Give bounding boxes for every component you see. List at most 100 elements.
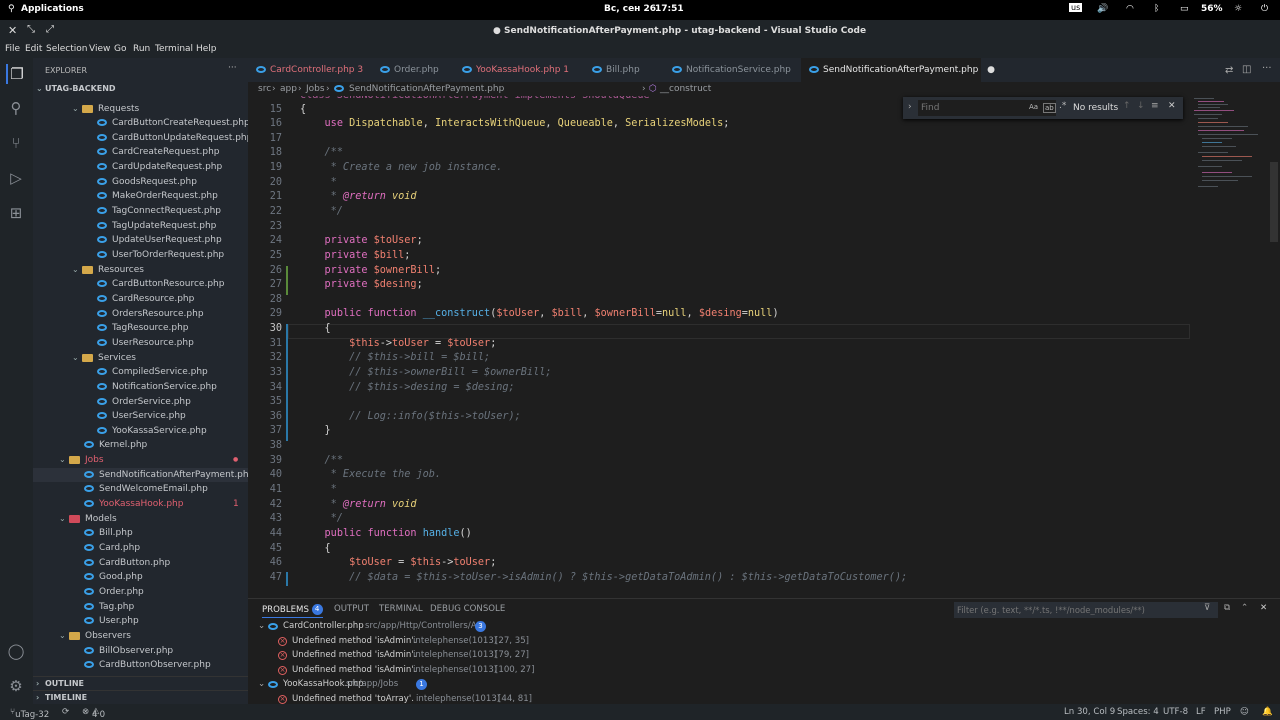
tree-file[interactable]: CardCreateRequest.php	[33, 145, 248, 160]
explorer-icon[interactable]: ❐	[6, 64, 26, 84]
collapse-all-icon[interactable]: ⧉	[1224, 603, 1230, 613]
maximize-panel-icon[interactable]: ⌃	[1241, 603, 1248, 613]
tree-file[interactable]: SendWelcomeEmail.php	[33, 482, 248, 497]
brightness-icon[interactable]: ☼	[1234, 4, 1242, 14]
code-editor[interactable]: class SendNotificationAfterPayment imple…	[248, 96, 1280, 598]
notifications-icon[interactable]: 🔔	[1262, 707, 1273, 717]
tree-file[interactable]: CardButtonUpdateRequest.php	[33, 131, 248, 146]
tree-file[interactable]: TagResource.php	[33, 321, 248, 336]
menu-help[interactable]: Help	[196, 44, 217, 54]
menu-view[interactable]: View	[89, 44, 110, 54]
find-in-selection-icon[interactable]: ≡	[1151, 101, 1159, 111]
tab-output[interactable]: OUTPUT	[334, 604, 369, 614]
regex-toggle[interactable]: .*	[1059, 101, 1066, 111]
close-window-icon[interactable]: ✕	[8, 24, 17, 37]
tree-file[interactable]: CardResource.php	[33, 292, 248, 307]
tree-file[interactable]: Good.php	[33, 570, 248, 585]
cursor-position[interactable]: Ln 30, Col 9	[1064, 707, 1115, 717]
editor-scrollbar[interactable]	[1270, 162, 1278, 242]
tab-notificationservice[interactable]: NotificationService.php	[664, 58, 801, 82]
tree-file[interactable]: Card.php	[33, 541, 248, 556]
tree-file[interactable]: Tag.php	[33, 600, 248, 615]
encoding[interactable]: UTF-8	[1163, 707, 1188, 717]
tree-file[interactable]: CardButton.php	[33, 556, 248, 571]
project-root[interactable]: ⌄ UTAG-BACKEND	[33, 82, 248, 97]
breadcrumb-file[interactable]: SendNotificationAfterPayment.php	[349, 82, 504, 96]
run-debug-icon[interactable]: ▷	[6, 168, 26, 188]
unsaved-dot-icon[interactable]: ●	[984, 65, 995, 75]
tree-file[interactable]: UpdateUserRequest.php	[33, 233, 248, 248]
indentation[interactable]: Spaces: 4	[1117, 707, 1159, 717]
more-actions-icon[interactable]: ···	[228, 63, 237, 73]
tree-file[interactable]: GoodsRequest.php	[33, 175, 248, 190]
sync-icon[interactable]: ⟳	[62, 707, 69, 717]
date[interactable]: Вс, сен 26	[604, 4, 656, 14]
feedback-icon[interactable]: ☺	[1240, 707, 1249, 717]
breadcrumb-symbol[interactable]: __construct	[660, 82, 711, 96]
tab-yookassahook[interactable]: YooKassaHook.php 1	[454, 58, 584, 82]
timeline-section[interactable]: › TIMELINE	[33, 690, 248, 704]
tree-file[interactable]: Kernel.php	[33, 438, 248, 453]
tab-order[interactable]: Order.php	[372, 58, 454, 82]
search-icon[interactable]: ⚲	[8, 4, 15, 14]
tree-folder[interactable]: ⌄ Resources	[33, 263, 248, 278]
toggle-replace-icon[interactable]: ›	[908, 102, 912, 112]
filter-icon[interactable]: ⊽	[1204, 603, 1210, 613]
tree-file[interactable]: Order.php	[33, 585, 248, 600]
tree-file[interactable]: UserToOrderRequest.php	[33, 248, 248, 263]
tree-file[interactable]: CardButtonResource.php	[33, 277, 248, 292]
menu-file[interactable]: File	[5, 44, 20, 54]
breadcrumb-app[interactable]: app	[280, 82, 297, 96]
tab-sendnotificationafterpayment[interactable]: SendNotificationAfterPayment.php ●	[801, 58, 995, 82]
tab-debug-console[interactable]: DEBUG CONSOLE	[430, 604, 505, 614]
bluetooth-icon[interactable]: ᛒ	[1154, 4, 1159, 14]
tree-file[interactable]: TagConnectRequest.php	[33, 204, 248, 219]
tree-file[interactable]: OrderService.php	[33, 395, 248, 410]
maximize-icon[interactable]: ⤢	[46, 24, 54, 35]
outline-section[interactable]: › OUTLINE	[33, 676, 248, 691]
tree-file[interactable]: YooKassaService.php	[33, 424, 248, 439]
tree-file[interactable]: NotificationService.php	[33, 380, 248, 395]
power-icon[interactable]: ⏻	[1261, 4, 1268, 14]
tree-folder[interactable]: ⌄ Requests	[33, 102, 248, 117]
more-actions-icon[interactable]: ···	[1262, 63, 1272, 74]
menu-run[interactable]: Run	[133, 44, 150, 54]
previous-match-icon[interactable]: ↑	[1123, 101, 1131, 111]
minimize-icon[interactable]: ⤡	[27, 24, 35, 35]
tree-file[interactable]: CardButtonCreateRequest.php	[33, 116, 248, 131]
extensions-icon[interactable]: ⊞	[6, 203, 26, 223]
tree-folder[interactable]: ⌄ Jobs ●	[33, 453, 248, 468]
tree-file[interactable]: Bill.php	[33, 526, 248, 541]
tab-problems[interactable]: PROBLEMS 4	[262, 604, 323, 618]
tree-file[interactable]: UserResource.php	[33, 336, 248, 351]
menu-edit[interactable]: Edit	[25, 44, 42, 54]
tree-file[interactable]: TagUpdateRequest.php	[33, 219, 248, 234]
search-view-icon[interactable]: ⚲	[6, 98, 26, 118]
tree-file[interactable]: SendNotificationAfterPayment.php	[33, 467, 248, 483]
tab-bill[interactable]: Bill.php	[584, 58, 664, 82]
breadcrumb-jobs[interactable]: Jobs	[306, 82, 325, 96]
tab-cardcontroller[interactable]: CardController.php 3	[248, 58, 372, 82]
tree-folder[interactable]: ⌄ Services	[33, 351, 248, 366]
tab-terminal[interactable]: TERMINAL	[379, 604, 423, 614]
whole-word-toggle[interactable]: ab	[1043, 103, 1056, 113]
tree-folder[interactable]: ⌄ Models	[33, 512, 248, 527]
settings-gear-icon[interactable]: ⚙	[6, 676, 26, 696]
problems-indicator[interactable]: ⊗ 4 ⚠ 0	[82, 707, 105, 720]
tree-file[interactable]: MakeOrderRequest.php	[33, 189, 248, 204]
tree-file[interactable]: CompiledService.php	[33, 365, 248, 380]
clock[interactable]: 17:51	[655, 4, 684, 14]
volume-icon[interactable]: 🔊	[1097, 4, 1108, 14]
source-control-icon[interactable]: ⑂	[6, 133, 26, 153]
menu-go[interactable]: Go	[114, 44, 126, 54]
applications-menu[interactable]: Applications	[21, 4, 84, 14]
tree-file[interactable]: User.php	[33, 614, 248, 629]
wifi-icon[interactable]: ◠	[1126, 4, 1134, 14]
problems-filter-input[interactable]	[954, 602, 1218, 618]
close-find-icon[interactable]: ✕	[1168, 101, 1176, 111]
tree-file[interactable]: CardUpdateRequest.php	[33, 160, 248, 175]
close-panel-icon[interactable]: ✕	[1260, 603, 1267, 613]
minimap[interactable]	[1190, 96, 1278, 598]
compare-icon[interactable]: ⇄	[1225, 65, 1233, 76]
menu-selection[interactable]: Selection	[46, 44, 87, 54]
